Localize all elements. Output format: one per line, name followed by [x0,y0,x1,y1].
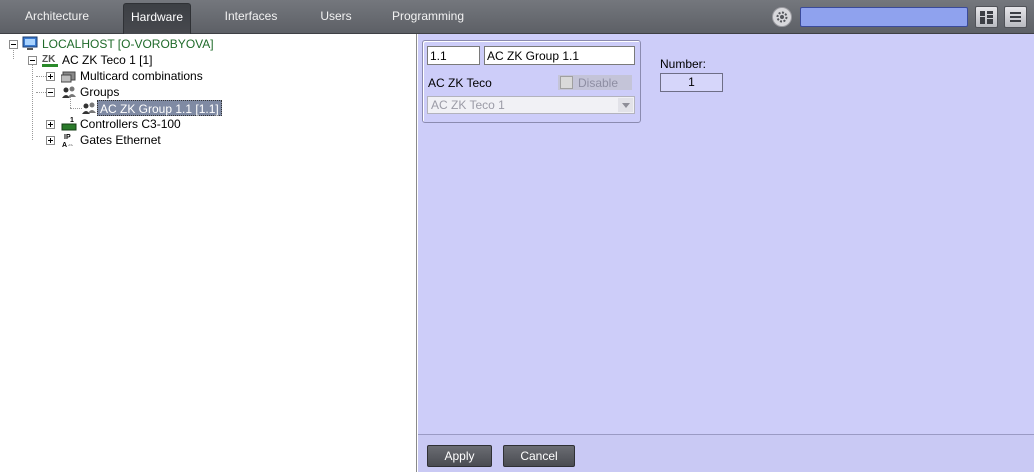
cancel-button[interactable]: Cancel [503,445,575,467]
tab-hardware[interactable]: Hardware [123,3,191,34]
tree-connector [36,76,46,77]
expand-toggle[interactable] [46,136,55,145]
layout-grid-button[interactable] [975,6,998,28]
tab-architecture[interactable]: Architecture [14,3,100,34]
menu-list-button[interactable] [1004,6,1027,28]
svg-text:A⇔: A⇔ [62,142,74,148]
grid-icon [980,10,993,24]
expand-toggle[interactable] [46,72,55,81]
tree-item-gates[interactable]: Gates Ethernet [80,132,161,148]
svg-text:ZK: ZK [42,54,56,65]
svg-text:1: 1 [70,117,74,124]
hardware-tree-panel: LOCALHOST [O-VOROBYOVA] ZK AC ZK Teco 1 … [0,34,417,472]
gear-icon [776,11,788,23]
number-label: Number: [660,57,707,71]
chevron-down-icon [618,98,633,112]
top-navigation-bar: Architecture Hardware Interfaces Users P… [0,0,1034,34]
parent-device-label: AC ZK Teco [428,76,492,90]
svg-text:IP: IP [64,134,71,141]
id-field[interactable] [427,46,480,65]
action-bar: Apply Cancel [418,434,1034,472]
disable-label: Disable [578,76,619,90]
list-menu-icon [1010,11,1021,22]
tree-item-groups[interactable]: Groups [80,84,119,100]
settings-panel: AC ZK Teco Disable AC ZK Teco 1 Number: … [418,34,1034,434]
name-field[interactable] [484,46,635,65]
object-properties-group: AC ZK Teco Disable AC ZK Teco 1 [422,40,641,123]
parent-device-select[interactable]: AC ZK Teco 1 [427,96,635,114]
parent-device-select-value: AC ZK Teco 1 [431,98,505,112]
tree-item-controllers[interactable]: Controllers C3-100 [80,116,181,132]
ip-gate-icon: IP A⇔ [61,132,77,149]
apply-button[interactable]: Apply [427,445,492,467]
tab-users[interactable]: Users [312,3,360,34]
tree-root-localhost[interactable]: LOCALHOST [O-VOROBYOVA] [42,36,214,52]
tree-item-group-selected[interactable]: AC ZK Group 1.1 [1.1] [97,100,222,116]
disable-checkbox[interactable] [560,76,573,89]
collapse-toggle[interactable] [28,56,37,65]
settings-gear-icon[interactable] [772,7,792,27]
tree-item-multicard[interactable]: Multicard combinations [80,68,203,84]
tree-item-device[interactable]: AC ZK Teco 1 [1] [62,52,153,68]
zk-logo-icon: ZK [42,52,58,68]
computer-icon [22,36,38,52]
tree-connector [36,92,46,93]
expand-toggle[interactable] [46,120,55,129]
search-input[interactable] [800,7,968,27]
tab-programming[interactable]: Programming [390,3,466,34]
collapse-toggle[interactable] [9,40,18,49]
tree-connector [32,60,33,140]
users-icon [61,84,77,100]
cards-icon [60,68,77,84]
controller-icon: 1 [61,116,77,132]
collapse-toggle[interactable] [46,88,55,97]
number-field: 1 [660,73,723,92]
tab-interfaces[interactable]: Interfaces [218,3,284,34]
users-icon [81,100,97,116]
